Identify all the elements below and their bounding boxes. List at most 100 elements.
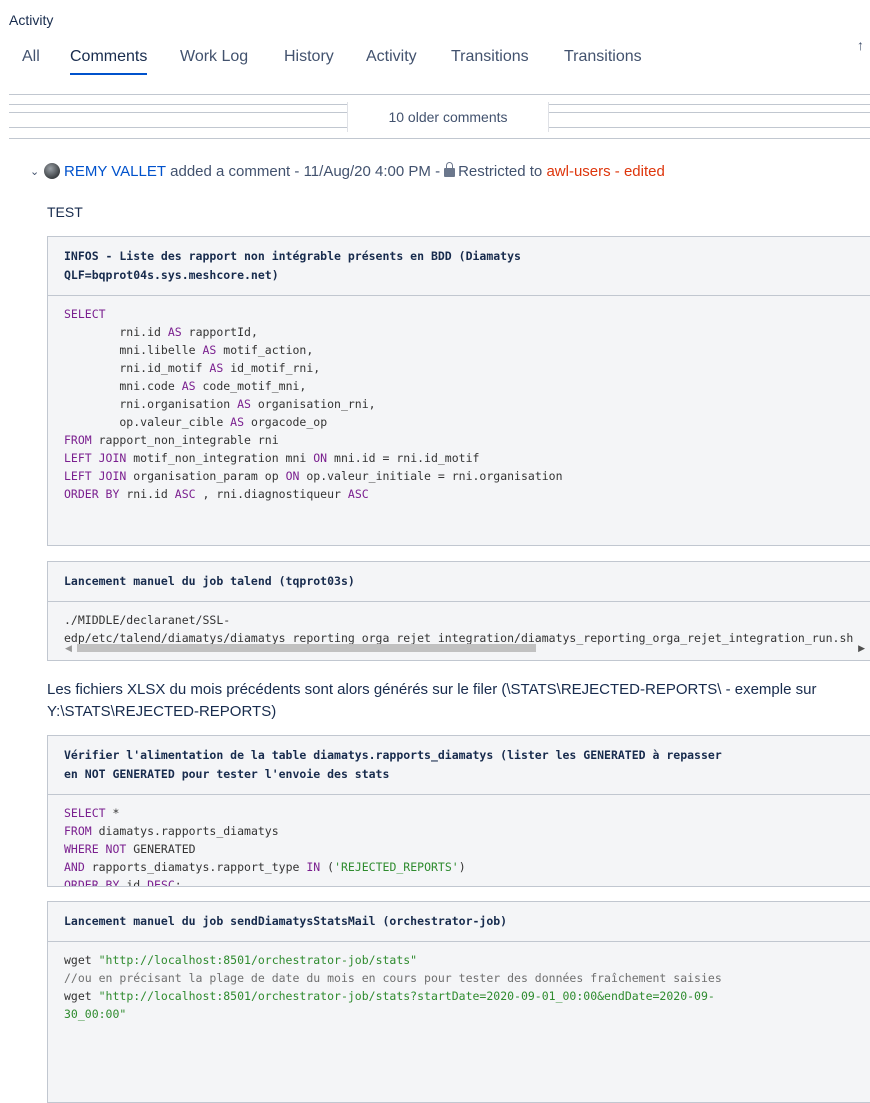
comment-first-line: TEST: [47, 204, 83, 220]
code-token: LEFT JOIN: [64, 451, 127, 465]
older-comments-bar: 10 older comments: [9, 88, 870, 140]
horizontal-scrollbar[interactable]: ◀ ▶: [65, 641, 865, 655]
code-token: id: [119, 878, 148, 887]
code-token: AS: [209, 361, 224, 375]
code-token: orgacode_op: [244, 415, 328, 429]
tab-transitions-2[interactable]: Transitions: [564, 48, 642, 66]
code-line: ORDER BY id DESC;: [64, 876, 855, 887]
code-token: FROM: [64, 433, 92, 447]
chevron-down-icon[interactable]: ⌄: [30, 165, 44, 178]
code-token: SELECT: [64, 806, 106, 820]
code-token: ON: [285, 469, 300, 483]
code-line: SELECT *: [64, 804, 855, 822]
code-line: //ou en précisant la plage de date du mo…: [64, 969, 855, 987]
code-panel-body[interactable]: SELECT rni.id AS rapportId, mni.libelle …: [48, 296, 870, 512]
code-line: ORDER BY rni.id ASC , rni.diagnostiqueur…: [64, 485, 855, 503]
code-token: ASC: [174, 487, 196, 501]
older-comments-button[interactable]: 10 older comments: [347, 102, 549, 132]
code-line: FROM rapport_non_integrable rni: [64, 431, 855, 449]
code-token: op.valeur_initiale = rni.organisation: [299, 469, 563, 483]
sort-arrow-icon[interactable]: ↑: [857, 37, 864, 53]
code-line: ./MIDDLE/declaranet/SSL-: [64, 611, 855, 629]
code-token: rapports_diamatys.rapport_type: [84, 860, 307, 874]
code-token: rni.organisation: [64, 397, 238, 411]
scroll-left-icon[interactable]: ◀: [65, 643, 72, 654]
code-line: SELECT: [64, 305, 855, 323]
code-panel-title: Lancement manuel du job sendDiamatysStat…: [48, 902, 870, 942]
code-token: FROM: [64, 824, 92, 838]
code-token: organisation_rni,: [250, 397, 376, 411]
code-token: SELECT: [64, 307, 106, 321]
code-token: motif_non_integration mni: [126, 451, 314, 465]
code-token: wget: [64, 989, 99, 1003]
code-token: AS: [230, 415, 245, 429]
code-token: organisation_param op: [126, 469, 286, 483]
tab-work-log[interactable]: Work Log: [180, 48, 248, 66]
comment-timestamp[interactable]: 11/Aug/20 4:00 PM: [304, 163, 431, 180]
restricted-label: Restricted to: [458, 162, 543, 180]
section-title: Activity: [9, 12, 54, 28]
code-token: rapportId,: [181, 325, 258, 339]
tab-all[interactable]: All: [22, 48, 40, 66]
tab-comments[interactable]: Comments: [70, 48, 148, 75]
code-token: AS: [181, 379, 196, 393]
code-token: AS: [237, 397, 251, 411]
code-panel-title: INFOS - Liste des rapport non intégrable…: [48, 237, 870, 296]
tab-history[interactable]: History: [284, 48, 334, 66]
code-token: diamatys.rapports_diamatys: [91, 824, 279, 838]
code-token: WHERE NOT: [64, 842, 127, 856]
code-token: ORDER BY: [64, 878, 120, 887]
code-token: 'REJECTED_REPORTS': [334, 860, 459, 874]
code-token: LEFT JOIN: [64, 469, 127, 483]
code-token: AS: [167, 325, 182, 339]
code-line: wget "http://localhost:8501/orchestrator…: [64, 987, 855, 1005]
code-token: *: [105, 806, 120, 820]
code-token: mni.libelle: [64, 343, 203, 357]
comment-action: added a comment -: [170, 162, 300, 180]
code-panel-body[interactable]: wget "http://localhost:8501/orchestrator…: [48, 942, 870, 1032]
activity-tabs: All Comments Work Log History Activity T…: [0, 48, 870, 76]
code-token: 30_00:00": [64, 1007, 127, 1021]
code-token: GENERATED: [126, 842, 196, 856]
code-token: (: [320, 860, 335, 874]
comment-author[interactable]: REMY VALLET: [64, 163, 166, 180]
code-token: wget: [64, 953, 99, 967]
lock-icon: [444, 161, 456, 177]
code-panel: Vérifier l'alimentation de la table diam…: [47, 735, 870, 887]
scrollbar-thumb[interactable]: [77, 644, 536, 652]
code-line: LEFT JOIN motif_non_integration mni ON m…: [64, 449, 855, 467]
code-line: FROM diamatys.rapports_diamatys: [64, 822, 855, 840]
code-panel: Lancement manuel du job talend (tqprot03…: [47, 561, 870, 661]
code-panel: INFOS - Liste des rapport non intégrable…: [47, 236, 870, 546]
tab-activity[interactable]: Activity: [366, 48, 417, 66]
avatar[interactable]: [44, 163, 60, 179]
code-token: "http://localhost:8501/orchestrator-job/…: [98, 953, 418, 967]
restricted-group[interactable]: awl-users: [546, 163, 610, 180]
code-line: rni.id AS rapportId,: [64, 323, 855, 341]
code-token: IN: [306, 860, 321, 874]
code-token: ORDER BY: [64, 487, 120, 501]
tab-transitions[interactable]: Transitions: [451, 48, 529, 66]
code-token: ;: [174, 878, 182, 887]
code-line: wget "http://localhost:8501/orchestrator…: [64, 951, 855, 969]
code-token: op.valeur_cible: [64, 415, 231, 429]
code-line: op.valeur_cible AS orgacode_op: [64, 413, 855, 431]
code-token: //ou en précisant la plage de date du mo…: [64, 971, 722, 985]
code-line: mni.code AS code_motif_mni,: [64, 377, 855, 395]
code-panel-title: Lancement manuel du job talend (tqprot03…: [48, 562, 870, 602]
code-token: code_motif_mni,: [195, 379, 307, 393]
code-line: LEFT JOIN organisation_param op ON op.va…: [64, 467, 855, 485]
comment-paragraph: Les fichiers XLSX du mois précédents son…: [47, 681, 817, 720]
code-line: mni.libelle AS motif_action,: [64, 341, 855, 359]
code-token: AS: [202, 343, 217, 357]
code-token: rapport_non_integrable rni: [91, 433, 279, 447]
code-line: 30_00:00": [64, 1005, 855, 1023]
comment-header: ⌄ REMY VALLET added a comment - 11/Aug/2…: [30, 160, 665, 182]
code-token: mni.id = rni.id_motif: [327, 451, 480, 465]
code-panel-body[interactable]: SELECT * FROM diamatys.rapports_diamatys W…: [48, 795, 870, 887]
comment-separator: -: [435, 162, 441, 180]
code-token: ON: [313, 451, 328, 465]
edited-label[interactable]: edited: [624, 163, 665, 180]
scroll-right-icon[interactable]: ▶: [858, 643, 865, 654]
code-line: rni.id_motif AS id_motif_rni,: [64, 359, 855, 377]
